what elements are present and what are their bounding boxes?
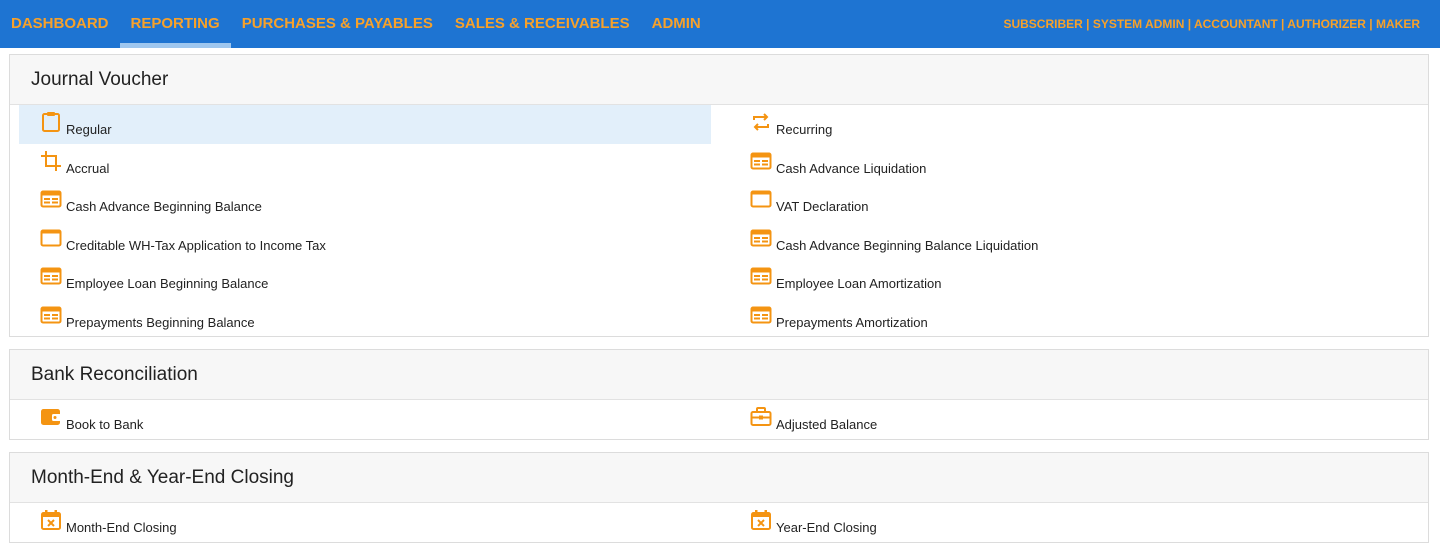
table-icon — [750, 150, 772, 172]
menu-item-prepayments-amortization[interactable]: Prepayments Amortization — [729, 298, 1421, 337]
table-icon — [750, 227, 772, 249]
panel-title: Month-End & Year-End Closing — [10, 453, 1428, 503]
menu-item-label: Cash Advance Beginning Balance — [66, 199, 262, 214]
menu-item-book-to-bank[interactable]: Book to Bank — [19, 400, 711, 439]
table-icon — [40, 304, 62, 326]
menu-item-label: Month-End Closing — [66, 520, 177, 535]
menu-item-month-end-closing[interactable]: Month-End Closing — [19, 503, 711, 542]
panel-month-year-end-closing: Month-End & Year-End Closing Month-End C… — [9, 452, 1429, 543]
window-icon — [40, 227, 62, 249]
menu-item-label: Adjusted Balance — [776, 417, 878, 432]
menu-item-label: Cash Advance Beginning Balance Liquidati… — [776, 238, 1039, 253]
table-icon — [750, 304, 772, 326]
menu-item-vat-declaration[interactable]: VAT Declaration — [729, 182, 1421, 221]
menu-item-cash-advance-beginning-balance-liquidation[interactable]: Cash Advance Beginning Balance Liquidati… — [729, 221, 1421, 260]
menu-item-label: Year-End Closing — [776, 520, 877, 535]
menu-item-label: Recurring — [776, 122, 833, 137]
menu-item-year-end-closing[interactable]: Year-End Closing — [729, 503, 1421, 542]
table-icon — [40, 265, 62, 287]
table-icon — [750, 265, 772, 287]
main-nav: DASHBOARD REPORTING PURCHASES & PAYABLES… — [0, 0, 712, 48]
menu-item-employee-loan-beginning-balance[interactable]: Employee Loan Beginning Balance — [19, 259, 711, 298]
panel-title: Bank Reconciliation — [10, 350, 1428, 400]
menu-item-label: Book to Bank — [66, 417, 144, 432]
nav-purchases-payables[interactable]: PURCHASES & PAYABLES — [231, 0, 444, 48]
menu-item-label: Regular — [66, 122, 112, 137]
window-icon — [750, 188, 772, 210]
table-icon — [40, 188, 62, 210]
panel-journal-voucher: Journal Voucher Regular Recurring Accrua… — [9, 54, 1429, 337]
calendar-x-icon — [750, 509, 772, 531]
menu-item-label: Cash Advance Liquidation — [776, 161, 927, 176]
menu-item-label: Creditable WH-Tax Application to Income … — [66, 238, 326, 253]
calendar-x-icon — [40, 509, 62, 531]
nav-dashboard[interactable]: DASHBOARD — [0, 0, 120, 48]
menu-item-regular[interactable]: Regular — [19, 105, 711, 144]
clipboard-icon — [40, 111, 62, 133]
briefcase-icon — [750, 406, 772, 428]
nav-reporting[interactable]: REPORTING — [119, 0, 231, 48]
menu-item-prepayments-beginning-balance[interactable]: Prepayments Beginning Balance — [19, 298, 711, 337]
menu-item-adjusted-balance[interactable]: Adjusted Balance — [729, 400, 1421, 439]
menu-item-accrual[interactable]: Accrual — [19, 144, 711, 183]
menu-item-cash-advance-beginning-balance[interactable]: Cash Advance Beginning Balance — [19, 182, 711, 221]
wallet-icon — [40, 406, 62, 428]
menu-item-label: Prepayments Amortization — [776, 315, 928, 330]
menu-item-label: Employee Loan Amortization — [776, 276, 942, 291]
menu-item-recurring[interactable]: Recurring — [729, 105, 1421, 144]
menu-item-label: Prepayments Beginning Balance — [66, 315, 255, 330]
menu-item-employee-loan-amortization[interactable]: Employee Loan Amortization — [729, 259, 1421, 298]
user-roles-menu[interactable]: SUBSCRIBER | SYSTEM ADMIN | ACCOUNTANT |… — [1003, 0, 1420, 48]
repeat-icon — [750, 111, 772, 133]
panel-bank-reconciliation: Bank Reconciliation Book to Bank Adjuste… — [9, 349, 1429, 440]
crop-icon — [40, 150, 62, 172]
menu-item-cash-advance-liquidation[interactable]: Cash Advance Liquidation — [729, 144, 1421, 183]
menu-item-label: VAT Declaration — [776, 199, 869, 214]
nav-sales-receivables[interactable]: SALES & RECEIVABLES — [444, 0, 641, 48]
menu-item-label: Employee Loan Beginning Balance — [66, 276, 269, 291]
top-nav-bar: DASHBOARD REPORTING PURCHASES & PAYABLES… — [0, 0, 1440, 48]
nav-admin[interactable]: ADMIN — [641, 0, 712, 48]
menu-item-creditable-wh-tax[interactable]: Creditable WH-Tax Application to Income … — [19, 221, 711, 260]
menu-item-label: Accrual — [66, 161, 110, 176]
panel-title: Journal Voucher — [10, 55, 1428, 105]
